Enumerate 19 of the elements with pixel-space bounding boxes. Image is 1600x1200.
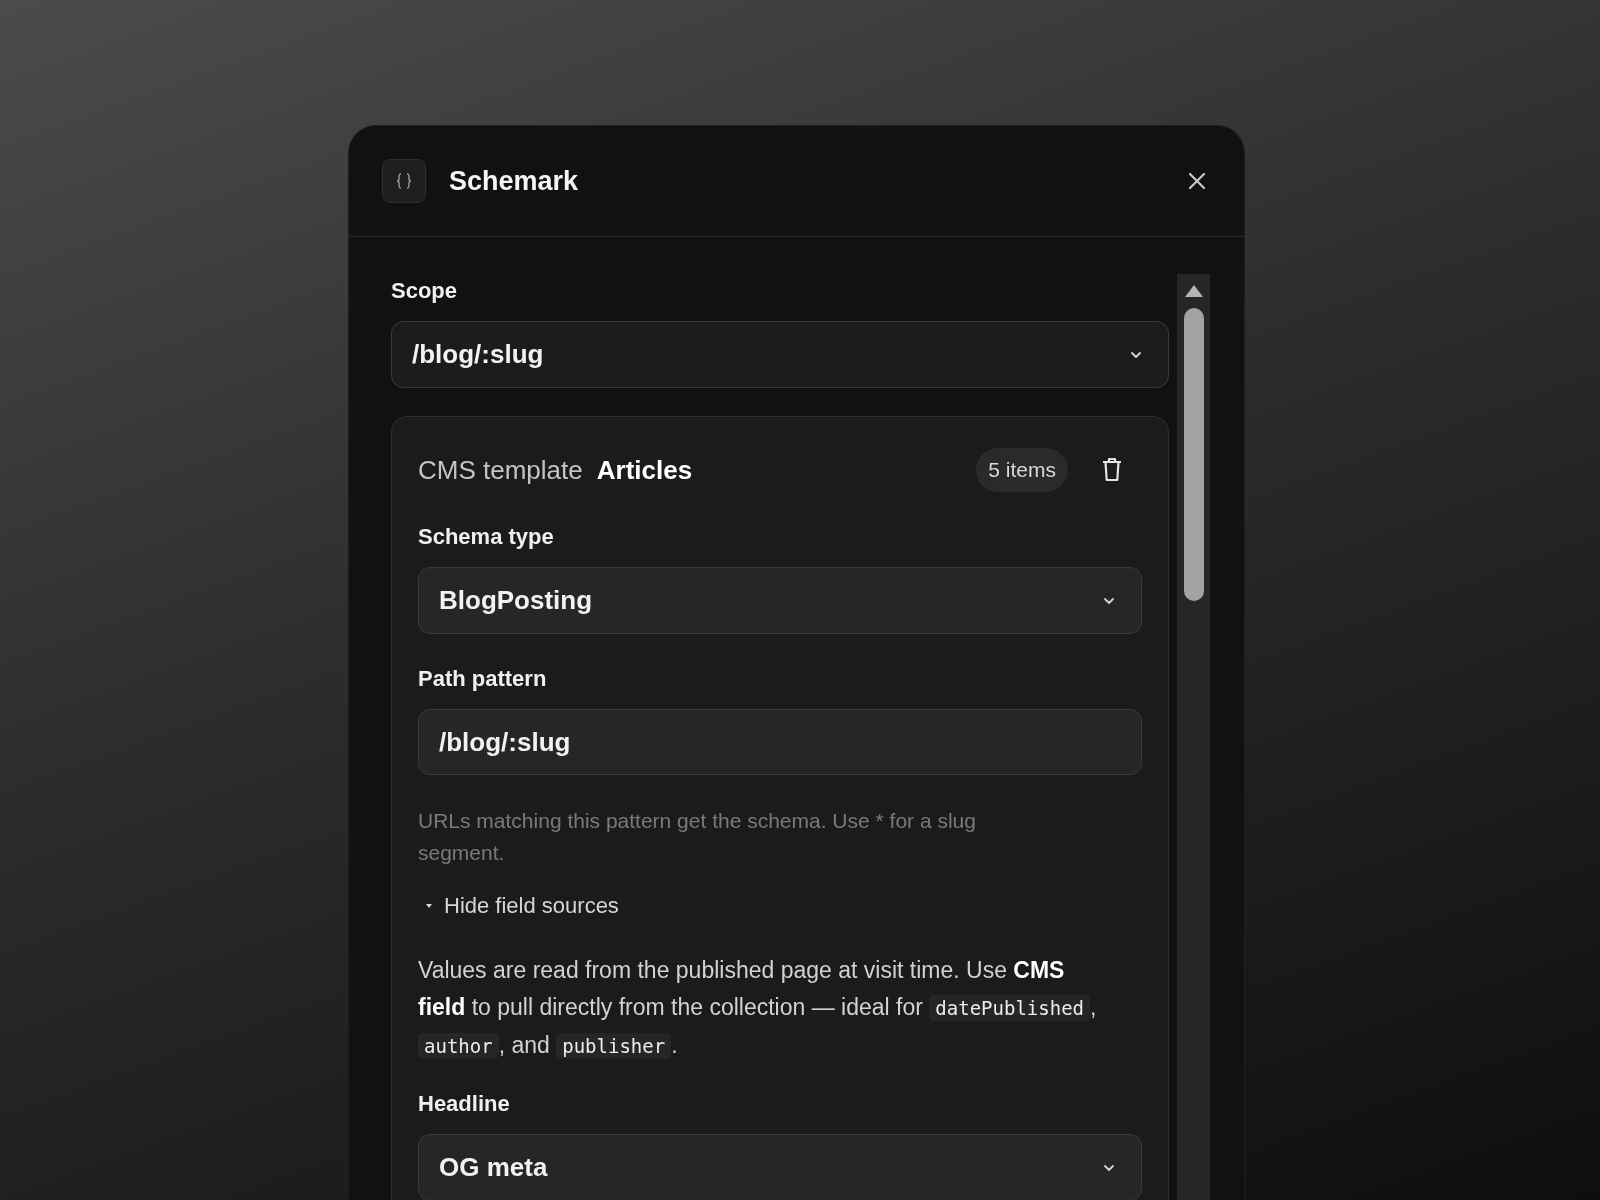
field-label: Schema type (418, 523, 555, 551)
hint-text: URLs matching this pattern get the schema. Use * for a slug segment. (418, 808, 977, 866)
path-pattern-input[interactable]: /blog/:slug (418, 709, 1143, 775)
headline-select[interactable]: OG meta (418, 1134, 1143, 1200)
scrollbar-thumb[interactable] (1183, 308, 1204, 601)
braces-icon (382, 159, 426, 203)
scroll-up-icon[interactable] (1183, 284, 1204, 298)
close-icon (1187, 171, 1207, 191)
field-label: Headline (418, 1090, 511, 1118)
schema-type-select[interactable]: BlogPosting (418, 567, 1143, 634)
field-label: Path pattern (418, 665, 548, 693)
template-prefix: CMS template (418, 453, 583, 487)
field-sources-description: Values are read from the published page at visit time. Use CMS field to pull directly from the collection — ideal for datePublished , author , and publisher . (418, 956, 1098, 1061)
template-name: Articles (596, 453, 693, 487)
window-title: Schemark (449, 164, 579, 198)
field-label: Scope (391, 277, 459, 305)
field-sources-toggle[interactable]: Hide field sources (418, 889, 619, 922)
item-count-badge: 5 items (976, 448, 1069, 492)
scope-select[interactable]: /blog/:slug (391, 321, 1170, 388)
